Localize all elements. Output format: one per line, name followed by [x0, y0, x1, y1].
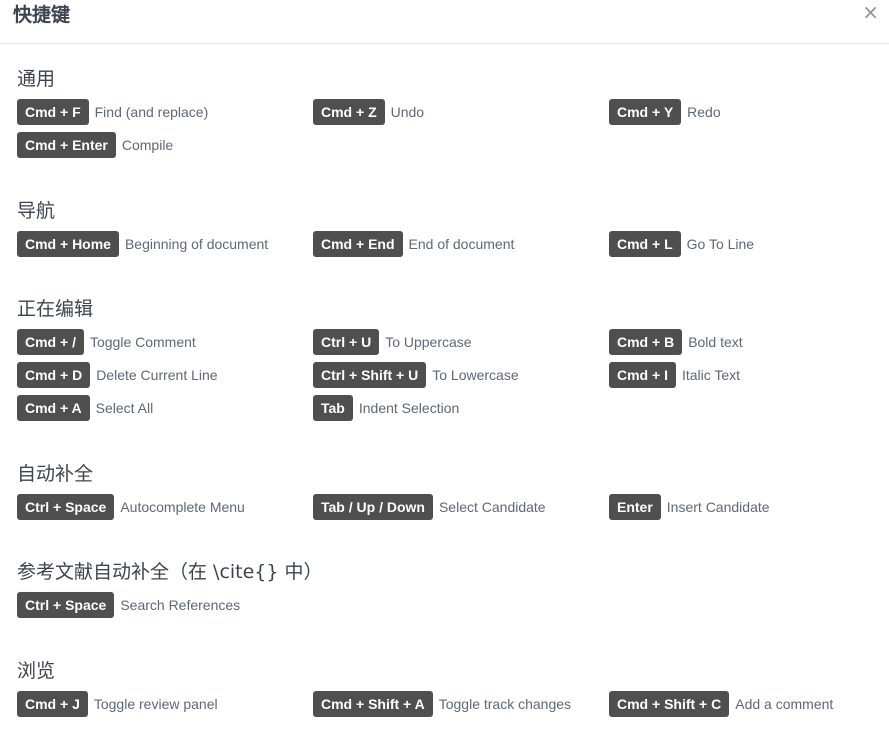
- section-title: 自动补全: [17, 463, 94, 485]
- close-icon: ×: [862, 0, 879, 24]
- shortcut-item: Ctrl + Shift + U To Lowercase: [313, 362, 519, 388]
- section-title: 通用: [17, 68, 56, 90]
- shortcut-item: Cmd + Shift + C Add a comment: [609, 691, 833, 717]
- key-combo: Cmd + B: [609, 329, 683, 355]
- key-combo: Ctrl + Space: [17, 494, 115, 520]
- shortcut-grid: Ctrl + Space Search References: [17, 592, 877, 625]
- shortcut-row: Cmd + A Select All Tab Indent Selection: [17, 395, 877, 428]
- shortcut-description: Undo: [390, 104, 425, 120]
- shortcut-item: Cmd + B Bold text: [609, 329, 743, 355]
- shortcut-row: Cmd + D Delete Current Line Ctrl + Shift …: [17, 362, 877, 395]
- key-combo: Cmd + Shift + A: [313, 691, 433, 717]
- section-title: 导航: [17, 200, 56, 222]
- shortcut-item: Enter Insert Candidate: [609, 494, 770, 520]
- shortcut-description: Select All: [95, 400, 154, 416]
- shortcut-description: Go To Line: [686, 236, 755, 252]
- shortcut-description: Toggle Comment: [89, 334, 196, 350]
- shortcut-item: Cmd + F Find (and replace): [17, 99, 208, 125]
- shortcut-description: Search References: [120, 597, 241, 613]
- shortcut-row: Cmd + Enter Compile: [17, 132, 877, 165]
- shortcut-description: Redo: [687, 104, 721, 120]
- shortcut-description: Toggle track changes: [438, 696, 572, 712]
- shortcut-row: Cmd + Home Beginning of document Cmd + En…: [17, 231, 877, 264]
- shortcut-description: Italic Text: [681, 367, 741, 383]
- key-combo: Enter: [609, 494, 661, 520]
- shortcut-item: Cmd + Home Beginning of document: [17, 231, 268, 257]
- shortcut-description: To Lowercase: [432, 367, 519, 383]
- section-review: 浏览 Cmd + J Toggle review panel Cmd + Shif…: [17, 658, 877, 724]
- shortcut-description: Delete Current Line: [96, 367, 218, 383]
- section-title: 浏览: [17, 660, 56, 682]
- section-reference-autocomplete: 参考文献自动补全（在 \cite{} 中） Ctrl + Space Search…: [17, 559, 877, 625]
- shortcut-description: Bold text: [688, 334, 743, 350]
- key-combo: Cmd + Shift + C: [609, 691, 730, 717]
- shortcut-row: Cmd + / Toggle Comment Ctrl + U To Upperca…: [17, 329, 877, 362]
- key-combo: Tab: [313, 395, 353, 421]
- section-general: 通用 Cmd + F Find (and replace) Cmd + Z Undo…: [17, 66, 877, 165]
- shortcut-item: Cmd + I Italic Text: [609, 362, 740, 388]
- key-combo: Cmd + End: [313, 231, 403, 257]
- shortcut-row: Cmd + J Toggle review panel Cmd + Shift +…: [17, 691, 877, 724]
- shortcut-grid: Cmd + / Toggle Comment Ctrl + U To Upperca…: [17, 329, 877, 428]
- shortcut-item: Cmd + A Select All: [17, 395, 153, 421]
- shortcut-item: Ctrl + U To Uppercase: [313, 329, 472, 355]
- shortcut-description: Find (and replace): [94, 104, 209, 120]
- shortcut-item: Cmd + End End of document: [313, 231, 514, 257]
- shortcut-item: Cmd + Y Redo: [609, 99, 721, 125]
- key-combo: Cmd + I: [609, 362, 676, 388]
- key-combo: Cmd + Z: [313, 99, 385, 125]
- key-combo: Cmd + Y: [609, 99, 682, 125]
- shortcut-description: Autocomplete Menu: [120, 499, 245, 515]
- shortcut-item: Cmd + Enter Compile: [17, 132, 173, 158]
- shortcut-item: Cmd + J Toggle review panel: [17, 691, 218, 717]
- shortcut-item: Tab Indent Selection: [313, 395, 459, 421]
- shortcut-item: Ctrl + Space Autocomplete Menu: [17, 494, 245, 520]
- shortcut-row: Ctrl + Space Search References: [17, 592, 877, 625]
- key-combo: Cmd + L: [609, 231, 681, 257]
- key-combo: Cmd + Home: [17, 231, 119, 257]
- shortcut-grid: Cmd + F Find (and replace) Cmd + Z Undo Cm…: [17, 99, 877, 165]
- shortcut-item: Tab / Up / Down Select Candidate: [313, 494, 546, 520]
- key-combo: Cmd + J: [17, 691, 88, 717]
- shortcut-item: Cmd + / Toggle Comment: [17, 329, 196, 355]
- key-combo: Cmd + Enter: [17, 132, 116, 158]
- shortcut-description: Beginning of document: [124, 236, 269, 252]
- key-combo: Cmd + /: [17, 329, 84, 355]
- shortcut-description: Insert Candidate: [666, 499, 770, 515]
- section-title: 正在编辑: [17, 298, 94, 320]
- shortcut-item: Cmd + Z Undo: [313, 99, 424, 125]
- shortcut-grid: Cmd + Home Beginning of document Cmd + En…: [17, 231, 877, 264]
- key-combo: Ctrl + U: [313, 329, 380, 355]
- key-combo: Tab / Up / Down: [313, 494, 433, 520]
- shortcut-item: Cmd + D Delete Current Line: [17, 362, 218, 388]
- dialog-title: 快捷键: [13, 4, 71, 26]
- shortcut-item: Cmd + Shift + A Toggle track changes: [313, 691, 571, 717]
- key-combo: Cmd + D: [17, 362, 91, 388]
- shortcut-description: Indent Selection: [358, 400, 460, 416]
- section-autocomplete: 自动补全 Ctrl + Space Autocomplete Menu Tab /…: [17, 461, 877, 527]
- keyboard-shortcuts-dialog: 快捷键 × 通用 Cmd + F Find (and replace) Cmd +…: [0, 0, 889, 740]
- key-combo: Ctrl + Shift + U: [313, 362, 427, 388]
- shortcut-description: Toggle review panel: [93, 696, 218, 712]
- section-editing: 正在编辑 Cmd + / Toggle Comment Ctrl + U To Up…: [17, 296, 877, 428]
- shortcut-row: Ctrl + Space Autocomplete Menu Tab / Up /…: [17, 494, 877, 527]
- key-combo: Cmd + A: [17, 395, 90, 421]
- close-button[interactable]: ×: [862, 2, 879, 22]
- shortcut-row: Cmd + F Find (and replace) Cmd + Z Undo Cm…: [17, 99, 877, 132]
- section-title: 参考文献自动补全（在 \cite{} 中）: [17, 561, 323, 583]
- shortcut-description: Add a comment: [735, 696, 834, 712]
- shortcut-description: Compile: [121, 137, 174, 153]
- shortcut-grid: Ctrl + Space Autocomplete Menu Tab / Up /…: [17, 494, 877, 527]
- key-combo: Ctrl + Space: [17, 592, 115, 618]
- dialog-header: 快捷键 ×: [0, 0, 889, 44]
- shortcut-item: Ctrl + Space Search References: [17, 592, 240, 618]
- shortcut-description: End of document: [408, 236, 515, 252]
- shortcut-description: Select Candidate: [438, 499, 546, 515]
- shortcut-grid: Cmd + J Toggle review panel Cmd + Shift +…: [17, 691, 877, 724]
- shortcut-description: To Uppercase: [385, 334, 472, 350]
- key-combo: Cmd + F: [17, 99, 89, 125]
- shortcut-item: Cmd + L Go To Line: [609, 231, 754, 257]
- section-navigation: 导航 Cmd + Home Beginning of document Cmd +…: [17, 198, 877, 264]
